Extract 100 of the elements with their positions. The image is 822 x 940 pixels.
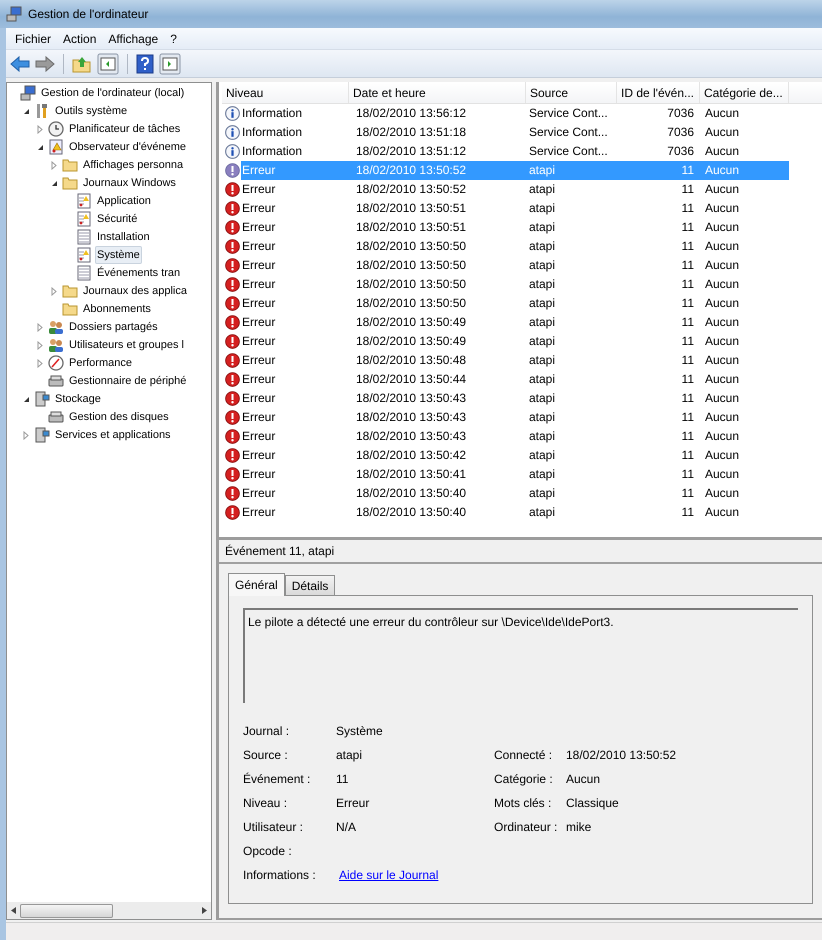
tree-item[interactable]: Stockage (53, 390, 103, 408)
event-title: Événement 11, atapi (219, 540, 822, 564)
table-cell-text: 18/02/2010 13:50:49 (355, 333, 468, 350)
table-cell-text: 18/02/2010 13:50:48 (355, 352, 468, 369)
column-header[interactable]: Niveau (222, 82, 349, 103)
collapse-arrow-icon[interactable] (50, 178, 59, 188)
table-row[interactable]: Erreur 18/02/2010 13:50:40 atapi 11 Aucun (222, 484, 789, 503)
table-cell-text: Information (241, 124, 304, 141)
expand-arrow-icon[interactable] (50, 286, 59, 296)
table-row[interactable]: Erreur 18/02/2010 13:50:50 atapi 11 Aucun (222, 237, 789, 256)
table-row[interactable]: Erreur 18/02/2010 13:50:51 atapi 11 Aucun (222, 218, 789, 237)
column-header[interactable]: Catégorie de... (700, 82, 789, 103)
table-cell-text: atapi (528, 257, 556, 274)
expand-arrow-icon[interactable] (36, 124, 45, 134)
tree-item[interactable]: Gestion des disques (67, 408, 171, 426)
hide-tree-icon[interactable] (97, 52, 119, 74)
table-row[interactable]: Erreur 18/02/2010 13:50:50 atapi 11 Aucun (222, 294, 789, 313)
horizontal-scrollbar[interactable] (7, 902, 211, 919)
field-value: atapi (336, 747, 362, 764)
table-cell-text: 18/02/2010 13:50:51 (355, 219, 468, 236)
tree-item[interactable]: Sécurité (95, 210, 140, 228)
tree-item[interactable]: Événements tran (95, 264, 182, 282)
tree-item[interactable]: Gestionnaire de périphé (67, 372, 188, 390)
tree-item[interactable]: Journaux Windows (81, 174, 178, 192)
tree-item[interactable]: Abonnements (81, 300, 153, 318)
table-row[interactable]: Erreur 18/02/2010 13:50:43 atapi 11 Aucun (222, 408, 789, 427)
menu-item[interactable]: Affichage (103, 30, 164, 48)
collapse-arrow-icon[interactable] (36, 142, 45, 152)
column-header[interactable]: ID de l'évén... (617, 82, 700, 103)
table-row[interactable]: Erreur 18/02/2010 13:50:48 atapi 11 Aucun (222, 351, 789, 370)
tree-item[interactable]: Gestion de l'ordinateur (local) (39, 84, 186, 102)
expand-arrow-icon[interactable] (36, 358, 45, 368)
table-cell-text: Erreur (241, 352, 276, 369)
help-link[interactable]: Aide sur le Journal (336, 866, 438, 884)
table-row[interactable]: Information 18/02/2010 13:56:12 Service Cont... 7036 Aucun (222, 104, 789, 123)
table-row[interactable]: Erreur 18/02/2010 13:50:43 atapi 11 Aucun (222, 427, 789, 446)
table-row[interactable]: Erreur 18/02/2010 13:50:51 atapi 11 Aucun (222, 199, 789, 218)
tree-item[interactable]: Outils système (53, 102, 130, 120)
table-cell-text: Aucun (704, 428, 740, 445)
column-header[interactable]: Date et heure (349, 82, 526, 103)
tree-item[interactable]: Performance (67, 354, 134, 372)
tree-item[interactable]: Système (95, 246, 142, 264)
back-arrow-icon[interactable] (10, 54, 30, 72)
tree-item[interactable]: Installation (95, 228, 152, 246)
table-cell-text: atapi (528, 181, 556, 198)
table-row[interactable]: Erreur 18/02/2010 13:50:41 atapi 11 Aucun (222, 465, 789, 484)
table-row[interactable]: Erreur 18/02/2010 13:50:44 atapi 11 Aucun (222, 370, 789, 389)
tree-item[interactable]: Observateur d'événeme (67, 138, 188, 156)
menu-item[interactable]: Fichier (10, 30, 56, 48)
scroll-left-icon[interactable] (11, 907, 16, 914)
table-row[interactable]: Erreur 18/02/2010 13:50:50 atapi 11 Aucun (222, 275, 789, 294)
table-row[interactable]: Information 18/02/2010 13:51:18 Service Cont... 7036 Aucun (222, 123, 789, 142)
tree-item[interactable]: Services et applications (53, 426, 173, 444)
show-action-pane-icon[interactable] (159, 52, 181, 74)
info-icon (225, 144, 240, 159)
field-value: mike (566, 819, 592, 836)
table-cell: 11 (617, 161, 700, 180)
tree-item[interactable]: Affichages personna (81, 156, 186, 174)
table-row[interactable]: Erreur 18/02/2010 13:50:50 atapi 11 Aucun (222, 256, 789, 275)
expand-arrow-icon[interactable] (50, 160, 59, 170)
table-cell-text: Aucun (704, 238, 740, 255)
table-row[interactable]: Erreur 18/02/2010 13:50:40 atapi 11 Aucun (222, 503, 789, 522)
error-icon (225, 163, 240, 178)
scrollbar-thumb[interactable] (20, 904, 113, 918)
table-row[interactable]: Information 18/02/2010 13:51:12 Service Cont... 7036 Aucun (222, 142, 789, 161)
help-icon[interactable] (136, 54, 154, 74)
tree-item[interactable]: Application (95, 192, 153, 210)
expand-arrow-icon[interactable] (22, 430, 31, 440)
tab[interactable]: Détails (284, 575, 336, 595)
tree-item[interactable]: Journaux des applica (81, 282, 189, 300)
window-title: Gestion de l'ordinateur (28, 6, 148, 23)
menu-item[interactable]: Action (58, 30, 102, 48)
table-row[interactable]: Erreur 18/02/2010 13:50:52 atapi 11 Aucun (222, 180, 789, 199)
error-icon (225, 296, 240, 311)
table-row[interactable]: Erreur 18/02/2010 13:50:49 atapi 11 Aucun (222, 332, 789, 351)
tree-item[interactable]: Dossiers partagés (67, 318, 160, 336)
scroll-right-icon[interactable] (202, 907, 207, 914)
table-cell-text: Aucun (704, 333, 740, 350)
table-cell-text: 18/02/2010 13:50:40 (355, 504, 468, 521)
table-cell-text: atapi (528, 371, 556, 388)
table-cell-text: 18/02/2010 13:50:43 (355, 390, 468, 407)
tab[interactable]: Général (228, 573, 285, 596)
tree-item[interactable]: Planificateur de tâches (67, 120, 182, 138)
tree-item[interactable]: Utilisateurs et groupes l (67, 336, 186, 354)
field-value: Aucun (566, 771, 600, 788)
table-row[interactable]: Erreur 18/02/2010 13:50:43 atapi 11 Aucun (222, 389, 789, 408)
collapse-arrow-icon[interactable] (22, 106, 31, 116)
field-label: Opcode : (243, 843, 293, 860)
collapse-arrow-icon[interactable] (22, 394, 31, 404)
field-label: Source : (243, 747, 289, 764)
expand-arrow-icon[interactable] (36, 322, 45, 332)
table-cell-text: Erreur (241, 181, 276, 198)
forward-arrow-icon[interactable] (35, 54, 55, 72)
table-row[interactable]: Erreur 18/02/2010 13:50:42 atapi 11 Aucun (222, 446, 789, 465)
menu-item[interactable]: ? (165, 30, 182, 48)
column-header[interactable]: Source (526, 82, 617, 103)
table-cell-text: atapi (528, 466, 556, 483)
table-row[interactable]: Erreur 18/02/2010 13:50:49 atapi 11 Aucun (222, 313, 789, 332)
field-value: Classique (566, 795, 619, 812)
expand-arrow-icon[interactable] (36, 340, 45, 350)
